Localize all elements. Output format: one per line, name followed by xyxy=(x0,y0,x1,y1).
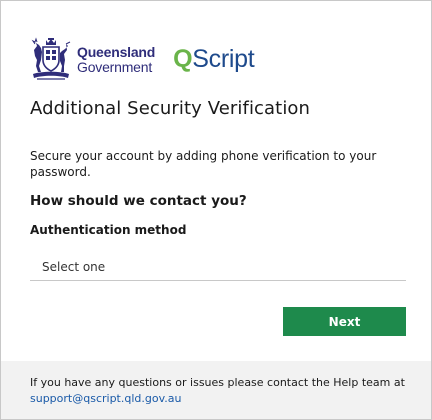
help-footer-text: If you have any questions or issues plea… xyxy=(30,375,410,406)
authentication-method-select[interactable]: Select one xyxy=(30,253,406,281)
page-title: Additional Security Verification xyxy=(30,98,311,119)
intro-text: Secure your account by adding phone veri… xyxy=(30,149,377,179)
government-wordmark-line1: Queensland xyxy=(77,44,156,60)
support-email-link[interactable]: support@qscript.qld.gov.au xyxy=(30,392,181,405)
qscript-logo-q: Q xyxy=(173,44,193,73)
help-text: If you have any questions or issues plea… xyxy=(30,376,405,389)
government-wordmark-line2: Government xyxy=(77,59,153,75)
next-button[interactable]: Next xyxy=(283,307,406,336)
authentication-method-selected-value: Select one xyxy=(42,260,106,274)
authentication-method-label: Authentication method xyxy=(30,223,187,237)
queensland-coat-of-arms-icon xyxy=(31,37,71,80)
login-dialog: Queensland Government Q Script Additional… xyxy=(0,0,432,420)
contact-question-heading: How should we contact you? xyxy=(30,193,247,209)
brand-header: Queensland Government Q Script xyxy=(29,35,255,83)
qscript-logo-script: Script xyxy=(192,44,255,73)
qscript-logo: Q Script xyxy=(173,44,255,74)
government-wordmark: Queensland Government xyxy=(77,45,155,75)
help-footer: If you have any questions or issues plea… xyxy=(1,361,431,419)
